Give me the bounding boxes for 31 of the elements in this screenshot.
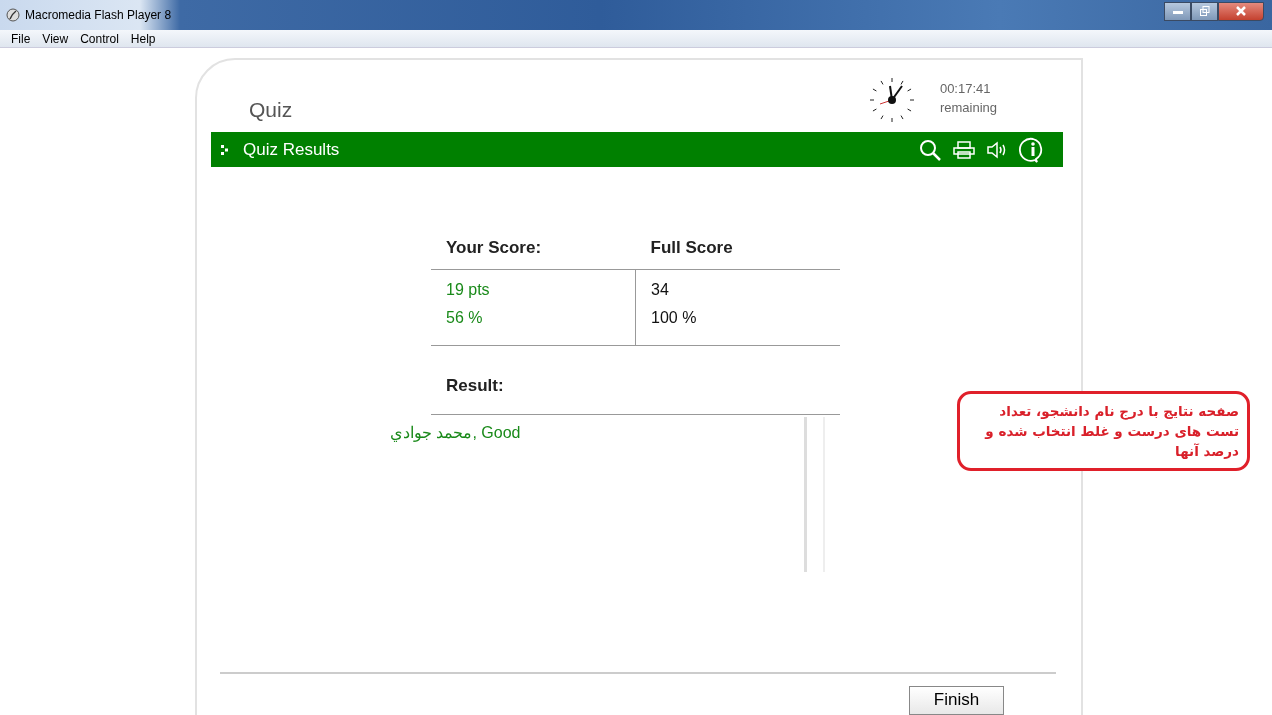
timer-label: remaining: [939, 100, 997, 115]
section-title: Quiz Results: [243, 139, 340, 160]
table-cell-text: 56 %: [446, 309, 484, 327]
window-title: Macromedia Flash Player 8: [25, 8, 172, 22]
scrollbar[interactable]: [804, 417, 825, 572]
column-header: Full Score: [649, 238, 734, 258]
restore-icon: [1199, 6, 1210, 16]
table-cell-text: 19 pts: [446, 281, 491, 299]
close-button[interactable]: [1218, 1, 1264, 21]
bullet-icon: [221, 144, 229, 155]
column-header: Your Score:: [445, 238, 543, 258]
search-icon[interactable]: [919, 138, 941, 161]
timer-value: 00:17:41: [939, 81, 992, 96]
minimize-button[interactable]: [1164, 1, 1191, 21]
minimize-icon: [1172, 8, 1183, 14]
speaker-icon[interactable]: [987, 140, 1007, 159]
printer-icon[interactable]: [953, 140, 975, 159]
table-cell-text: 100 %: [651, 309, 698, 327]
restore-button[interactable]: [1191, 1, 1218, 21]
menu-item[interactable]: Control: [80, 31, 119, 46]
result-text: محمد جوادي, Good: [390, 423, 521, 442]
annotation-text: صفحه نتایج با درج نام دانشجو، تعداد تست های درست و غلط انتخاب شده و درصد آنها: [985, 402, 1239, 461]
quiz-title: Quiz: [249, 98, 293, 123]
finish-button[interactable]: Finish: [909, 685, 1004, 715]
close-icon: [1236, 6, 1246, 16]
menu-item[interactable]: Help: [130, 31, 156, 46]
menu-item[interactable]: View: [42, 31, 69, 46]
result-label: Result:: [446, 376, 504, 395]
table-cell-text: 34: [651, 281, 670, 299]
app-icon: [6, 8, 20, 22]
menu-item[interactable]: File: [11, 31, 31, 46]
